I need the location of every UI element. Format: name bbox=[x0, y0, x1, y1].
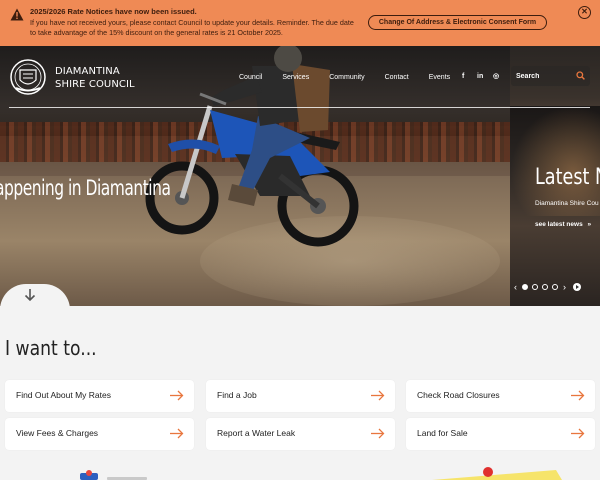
double-chevron-icon: » bbox=[587, 221, 592, 228]
search-box bbox=[511, 66, 590, 86]
quick-link-water-leak[interactable]: Report a Water Leak bbox=[206, 418, 395, 450]
linkedin-icon[interactable]: in bbox=[477, 71, 483, 83]
quick-link-job[interactable]: Find a Job bbox=[206, 380, 395, 412]
search-icon[interactable] bbox=[576, 71, 585, 80]
i-want-to-heading: I want to... bbox=[5, 336, 97, 360]
quick-link-label: Report a Water Leak bbox=[217, 428, 296, 438]
alert-text: If you have not received yours, please c… bbox=[30, 18, 354, 37]
quick-link-label: Find a Job bbox=[217, 390, 257, 400]
app-icon bbox=[80, 470, 98, 480]
alert-bar: 2025/2026 Rate Notices have now been iss… bbox=[0, 0, 600, 46]
quick-link-label: View Fees & Charges bbox=[16, 428, 99, 438]
nav-contact[interactable]: Contact bbox=[385, 72, 409, 84]
carousel-dot-2[interactable] bbox=[532, 284, 538, 290]
carousel-dot-3[interactable] bbox=[542, 284, 548, 290]
arrow-right-icon bbox=[170, 428, 184, 439]
instagram-icon[interactable]: ◎ bbox=[493, 71, 499, 83]
alert-title: 2025/2026 Rate Notices have now been iss… bbox=[30, 7, 197, 16]
arrow-right-icon bbox=[371, 390, 385, 401]
carousel-controls: ‹ › bbox=[511, 282, 581, 292]
council-crest-logo[interactable] bbox=[9, 58, 47, 96]
quick-link-land-for-sale[interactable]: Land for Sale bbox=[406, 418, 595, 450]
change-of-address-button[interactable]: Change Of Address & Electronic Consent F… bbox=[368, 15, 547, 30]
quick-link-road-closures[interactable]: Check Road Closures bbox=[406, 380, 595, 412]
quick-link-label: Find Out About My Rates bbox=[16, 390, 111, 400]
quick-link-fees[interactable]: View Fees & Charges bbox=[5, 418, 194, 450]
latest-news-title: Latest N bbox=[535, 165, 600, 190]
header-divider bbox=[9, 107, 590, 108]
nav-community[interactable]: Community bbox=[329, 72, 364, 84]
see-latest-news-link[interactable]: see latest news » bbox=[535, 221, 591, 228]
site-header: DIAMANTINA SHIRE COUNCIL Council Service… bbox=[0, 46, 600, 108]
council-name[interactable]: DIAMANTINA SHIRE COUNCIL bbox=[55, 65, 135, 91]
arrow-right-icon bbox=[571, 428, 585, 439]
facebook-icon[interactable]: f bbox=[462, 71, 464, 83]
see-latest-news-label: see latest news bbox=[535, 221, 583, 228]
latest-news-subtitle: Diamantina Shire Cou bbox=[535, 200, 599, 207]
nav-services[interactable]: Services bbox=[282, 72, 309, 84]
carousel-next-icon[interactable]: › bbox=[560, 282, 569, 292]
warning-icon bbox=[10, 8, 24, 21]
quick-link-rates[interactable]: Find Out About My Rates bbox=[5, 380, 194, 412]
arrow-right-icon bbox=[371, 428, 385, 439]
carousel-dot-4[interactable] bbox=[552, 284, 558, 290]
pinned-note-image bbox=[432, 467, 562, 480]
council-name-line2: SHIRE COUNCIL bbox=[55, 79, 135, 90]
close-alert-icon[interactable]: ✕ bbox=[578, 6, 591, 19]
carousel-prev-icon[interactable]: ‹ bbox=[511, 282, 520, 292]
hero-heading: appening in Diamantina bbox=[0, 176, 171, 200]
quick-link-label: Check Road Closures bbox=[417, 390, 500, 400]
carousel-play-icon[interactable] bbox=[573, 283, 581, 291]
quick-link-label: Land for Sale bbox=[417, 428, 468, 438]
nav-events[interactable]: Events bbox=[429, 72, 450, 84]
main-nav: Council Services Community Contact Event… bbox=[239, 72, 470, 84]
arrow-right-icon bbox=[170, 390, 184, 401]
council-name-line1: DIAMANTINA bbox=[55, 66, 120, 77]
arrow-right-icon bbox=[571, 390, 585, 401]
nav-council[interactable]: Council bbox=[239, 72, 262, 84]
carousel-dot-1[interactable] bbox=[522, 284, 528, 290]
search-input[interactable] bbox=[516, 70, 571, 82]
arrow-down-icon bbox=[24, 289, 36, 302]
